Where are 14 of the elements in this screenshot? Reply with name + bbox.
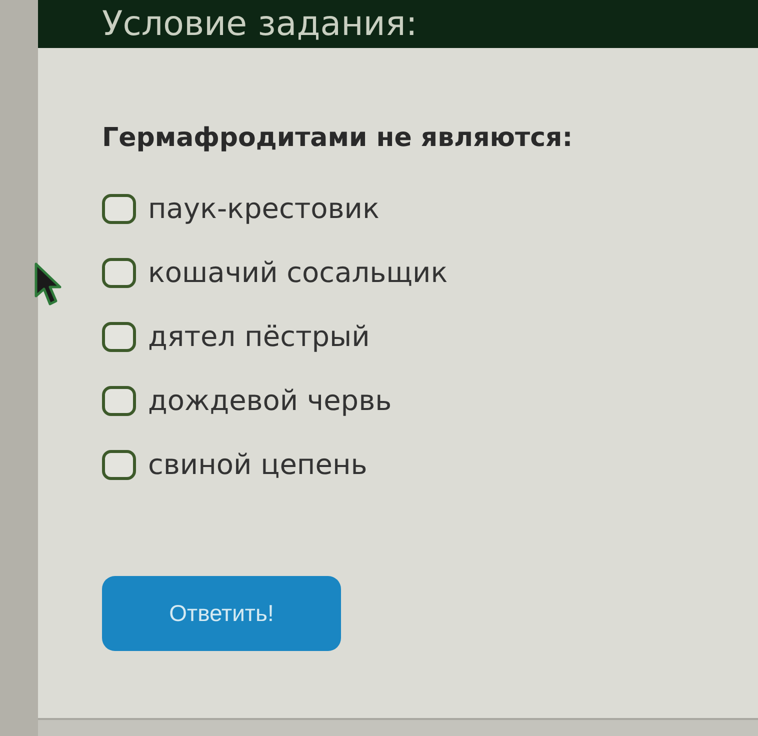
submit-button[interactable]: Ответить! [102,576,341,651]
checkbox[interactable] [102,450,136,480]
mouse-pointer-icon [34,262,62,308]
option-label: свиной цепень [148,448,368,482]
header-title: Условие задания: [102,3,418,46]
option-label: дождевой червь [148,384,392,418]
option-label: дятел пёстрый [148,320,370,354]
checkbox[interactable] [102,322,136,352]
checkbox[interactable] [102,386,136,416]
option-label: паук-крестовик [148,192,380,226]
question-text: Гермафродитами не являются: [102,124,573,152]
checkbox[interactable] [102,258,136,288]
checkbox[interactable] [102,194,136,224]
option-label: кошачий сосальщик [148,256,448,290]
